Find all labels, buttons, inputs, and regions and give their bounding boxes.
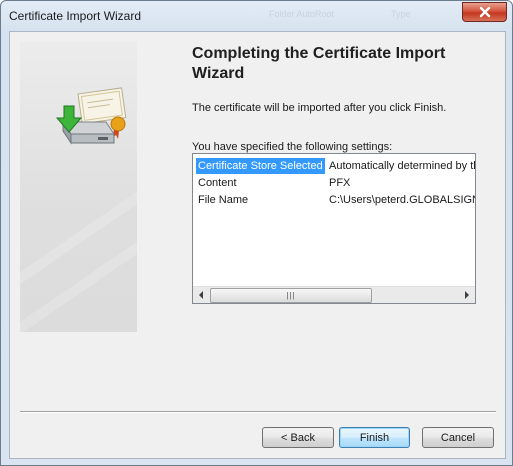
cancel-button[interactable]: Cancel (422, 427, 494, 448)
certificate-install-icon (20, 87, 137, 332)
list-item[interactable]: Certificate Store Selected Automatically… (193, 158, 475, 175)
list-item[interactable]: Content PFX (193, 175, 475, 192)
title-bar[interactable]: Certificate Import Wizard Folder AutoRoo… (1, 1, 512, 31)
close-button[interactable] (462, 2, 507, 22)
arrow-right-icon (465, 291, 469, 299)
window-title: Certificate Import Wizard (9, 9, 142, 23)
arrow-left-icon (199, 291, 203, 299)
wizard-window: Certificate Import Wizard Folder AutoRoo… (0, 0, 513, 466)
setting-value: PFX (329, 177, 351, 189)
settings-list[interactable]: Certificate Store Selected Automatically… (192, 153, 476, 304)
background-window-column: Type (391, 9, 411, 19)
setting-value: Automatically determined by the wizard (329, 160, 475, 172)
page-title: Completing the Certificate Import Wizard (192, 45, 446, 82)
close-icon (479, 6, 490, 18)
horizontal-scrollbar[interactable]: ||| (193, 286, 475, 303)
setting-value: C:\Users\peterd.GLOBALSIGN\Desktop\certi… (329, 194, 475, 206)
setting-name: Certificate Store Selected (196, 158, 325, 174)
back-button[interactable]: < Back (262, 427, 334, 448)
finish-button[interactable]: Finish (339, 427, 410, 448)
scroll-right-button[interactable] (459, 287, 475, 303)
instruction-text: The certificate will be imported after y… (192, 102, 447, 114)
wizard-page: Completing the Certificate Import Wizard… (9, 31, 506, 459)
setting-name: File Name (198, 194, 249, 206)
wizard-side-panel (20, 42, 137, 332)
grip-icon: ||| (286, 290, 296, 300)
background-window-title: Folder AutoRoot (269, 9, 335, 19)
scrollbar-thumb[interactable]: ||| (210, 288, 372, 303)
divider (20, 411, 496, 413)
list-item[interactable]: File Name C:\Users\peterd.GLOBALSIGN\Des… (193, 192, 475, 209)
setting-name: Content (198, 177, 237, 189)
scroll-left-button[interactable] (193, 287, 209, 303)
settings-label: You have specified the following setting… (192, 141, 393, 153)
